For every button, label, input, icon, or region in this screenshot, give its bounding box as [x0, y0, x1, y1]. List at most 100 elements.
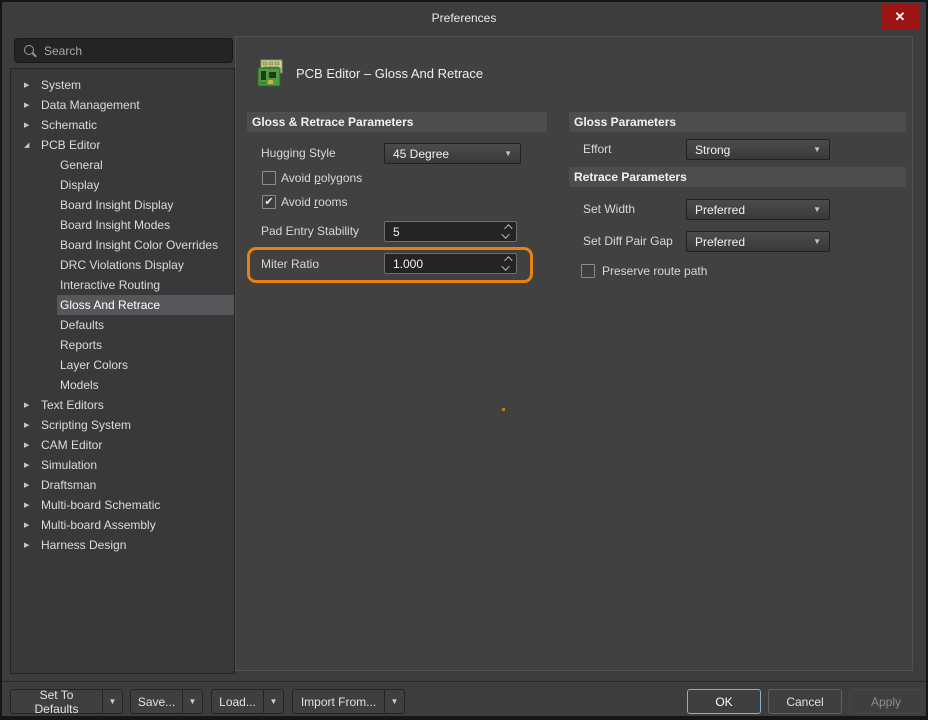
- set-to-defaults-button[interactable]: Set To Defaults ▼: [10, 687, 123, 716]
- import-from-button[interactable]: Import From... ▼: [292, 689, 405, 714]
- chevron-down-icon[interactable]: ▼: [264, 697, 283, 706]
- load-button[interactable]: Load... ▼: [211, 689, 284, 714]
- avoid-rooms-checkbox[interactable]: ✔: [262, 195, 276, 209]
- search-box[interactable]: [14, 38, 233, 63]
- set-width-label: Set Width: [583, 202, 636, 216]
- tree-item-pcb-editor[interactable]: ◢ PCB Editor: [11, 135, 234, 155]
- tree-item-label: CAM Editor: [41, 438, 103, 452]
- avoid-rooms-label: Avoid rooms: [281, 195, 348, 209]
- tree-item-label: Multi-board Assembly: [41, 518, 156, 532]
- effort-dropdown[interactable]: Strong ▼: [686, 139, 830, 160]
- miter-ratio-input[interactable]: 1.000: [384, 253, 517, 274]
- tree-collapsed-icon[interactable]: ▶: [24, 541, 41, 549]
- apply-button-disabled[interactable]: Apply: [849, 689, 923, 714]
- tree-collapsed-icon[interactable]: ▶: [24, 401, 41, 409]
- close-icon: ✕: [894, 9, 906, 24]
- sidebar: ▶ System ▶ Data Management ▶ Schematic ◢ PCB Ed…: [10, 68, 235, 674]
- tree-item-cam-editor[interactable]: ▶ CAM Editor: [11, 435, 234, 455]
- tree-item-simulation[interactable]: ▶ Simulation: [11, 455, 234, 475]
- set-diff-pair-gap-label: Set Diff Pair Gap: [583, 234, 673, 248]
- preserve-route-path-checkbox[interactable]: [581, 264, 595, 278]
- chevron-down-icon[interactable]: ▼: [103, 697, 122, 706]
- set-to-defaults-label: Set To Defaults: [34, 687, 79, 716]
- set-diff-pair-gap-dropdown[interactable]: Preferred ▼: [686, 231, 830, 252]
- tree-item-models[interactable]: Models: [57, 375, 234, 395]
- pad-entry-stability-input[interactable]: 5: [384, 221, 517, 242]
- hugging-style-value: 45 Degree: [393, 146, 450, 161]
- tree-item-data-management[interactable]: ▶ Data Management: [11, 95, 234, 115]
- tree-item-scripting-system[interactable]: ▶ Scripting System: [11, 415, 234, 435]
- tree-item-multi-board-assembly[interactable]: ▶ Multi-board Assembly: [11, 515, 234, 535]
- load-label: Load...: [219, 694, 256, 709]
- spinner-up-down-buttons[interactable]: [498, 222, 516, 241]
- tree-item-drc-violations-display[interactable]: DRC Violations Display: [57, 255, 234, 275]
- avoid-polygons-checkbox[interactable]: [262, 171, 276, 185]
- search-input[interactable]: [44, 43, 214, 58]
- tree-expanded-icon[interactable]: ◢: [24, 141, 41, 149]
- ok-label: OK: [715, 694, 733, 709]
- tree-item-reports[interactable]: Reports: [57, 335, 234, 355]
- tree-item-label: Data Management: [41, 98, 140, 112]
- tree-item-label: Layer Colors: [60, 358, 129, 372]
- tree-item-layer-colors[interactable]: Layer Colors: [57, 355, 234, 375]
- tree-item-board-insight-modes[interactable]: Board Insight Modes: [57, 215, 234, 235]
- effort-value: Strong: [695, 142, 731, 157]
- hugging-style-dropdown[interactable]: 45 Degree ▼: [384, 143, 521, 164]
- tree-item-label: PCB Editor: [41, 138, 101, 152]
- cancel-label: Cancel: [786, 694, 824, 709]
- preferences-tree: ▶ System ▶ Data Management ▶ Schematic ◢ PCB Ed…: [11, 75, 234, 555]
- tree-item-board-insight-display[interactable]: Board Insight Display: [57, 195, 234, 215]
- tree-item-board-insight-color-overrides[interactable]: Board Insight Color Overrides: [57, 235, 234, 255]
- tree-item-interactive-routing[interactable]: Interactive Routing: [57, 275, 234, 295]
- ok-button[interactable]: OK: [687, 689, 761, 714]
- save-label: Save...: [137, 694, 176, 709]
- chevron-down-icon: ▼: [813, 237, 821, 246]
- tree-item-label: Board Insight Color Overrides: [60, 238, 219, 252]
- tree-item-label: Board Insight Modes: [60, 218, 171, 232]
- tree-collapsed-icon[interactable]: ▶: [24, 521, 41, 529]
- tree-item-label: Display: [60, 178, 100, 192]
- tree-item-label: Interactive Routing: [60, 278, 161, 292]
- page-title: PCB Editor – Gloss And Retrace: [296, 66, 484, 81]
- tree-item-defaults[interactable]: Defaults: [57, 315, 234, 335]
- import-from-label: Import From...: [300, 694, 377, 709]
- cursor-speck: [502, 408, 505, 411]
- section-gloss-parameters: Gloss Parameters: [569, 112, 906, 132]
- tree-item-draftsman[interactable]: ▶ Draftsman: [11, 475, 234, 495]
- chevron-down-icon[interactable]: ▼: [183, 697, 202, 706]
- tree-collapsed-icon[interactable]: ▶: [24, 81, 41, 89]
- tree-item-text-editors[interactable]: ▶ Text Editors: [11, 395, 234, 415]
- pad-entry-stability-label: Pad Entry Stability: [261, 224, 360, 238]
- section-retrace-parameters: Retrace Parameters: [569, 167, 906, 187]
- tree-item-multi-board-schematic[interactable]: ▶ Multi-board Schematic: [11, 495, 234, 515]
- tree-item-schematic[interactable]: ▶ Schematic: [11, 115, 234, 135]
- preserve-route-path-label: Preserve route path: [602, 264, 708, 278]
- cancel-button[interactable]: Cancel: [768, 689, 842, 714]
- search-icon: [23, 44, 37, 58]
- chevron-down-icon[interactable]: ▼: [385, 697, 404, 706]
- chevron-down-icon: ▼: [504, 149, 512, 158]
- tree-item-display[interactable]: Display: [57, 175, 234, 195]
- set-diff-pair-gap-value: Preferred: [695, 234, 746, 249]
- title-bar[interactable]: Preferences: [2, 2, 926, 34]
- tree-collapsed-icon[interactable]: ▶: [24, 441, 41, 449]
- tree-collapsed-icon[interactable]: ▶: [24, 481, 41, 489]
- tree-collapsed-icon[interactable]: ▶: [24, 501, 41, 509]
- tree-item-general[interactable]: General: [57, 155, 234, 175]
- tree-item-label: Simulation: [41, 458, 98, 472]
- set-width-dropdown[interactable]: Preferred ▼: [686, 199, 830, 220]
- tree-item-gloss-and-retrace[interactable]: Gloss And Retrace: [57, 295, 234, 315]
- tree-collapsed-icon[interactable]: ▶: [24, 421, 41, 429]
- spinner-up-down-buttons[interactable]: [498, 254, 516, 273]
- tree-collapsed-icon[interactable]: ▶: [24, 461, 41, 469]
- tree-collapsed-icon[interactable]: ▶: [24, 101, 41, 109]
- tree-item-label: Models: [60, 378, 99, 392]
- tree-item-label: Gloss And Retrace: [60, 298, 161, 312]
- close-button[interactable]: ✕: [881, 4, 919, 30]
- preferences-dialog: Preferences ✕ ▶System▶Data Management▶Sc…: [0, 0, 928, 720]
- tree-item-label: Reports: [60, 338, 103, 352]
- tree-collapsed-icon[interactable]: ▶: [24, 121, 41, 129]
- tree-item-system[interactable]: ▶ System: [11, 75, 234, 95]
- save-button[interactable]: Save... ▼: [130, 689, 203, 714]
- tree-item-harness-design[interactable]: ▶ Harness Design: [11, 535, 234, 555]
